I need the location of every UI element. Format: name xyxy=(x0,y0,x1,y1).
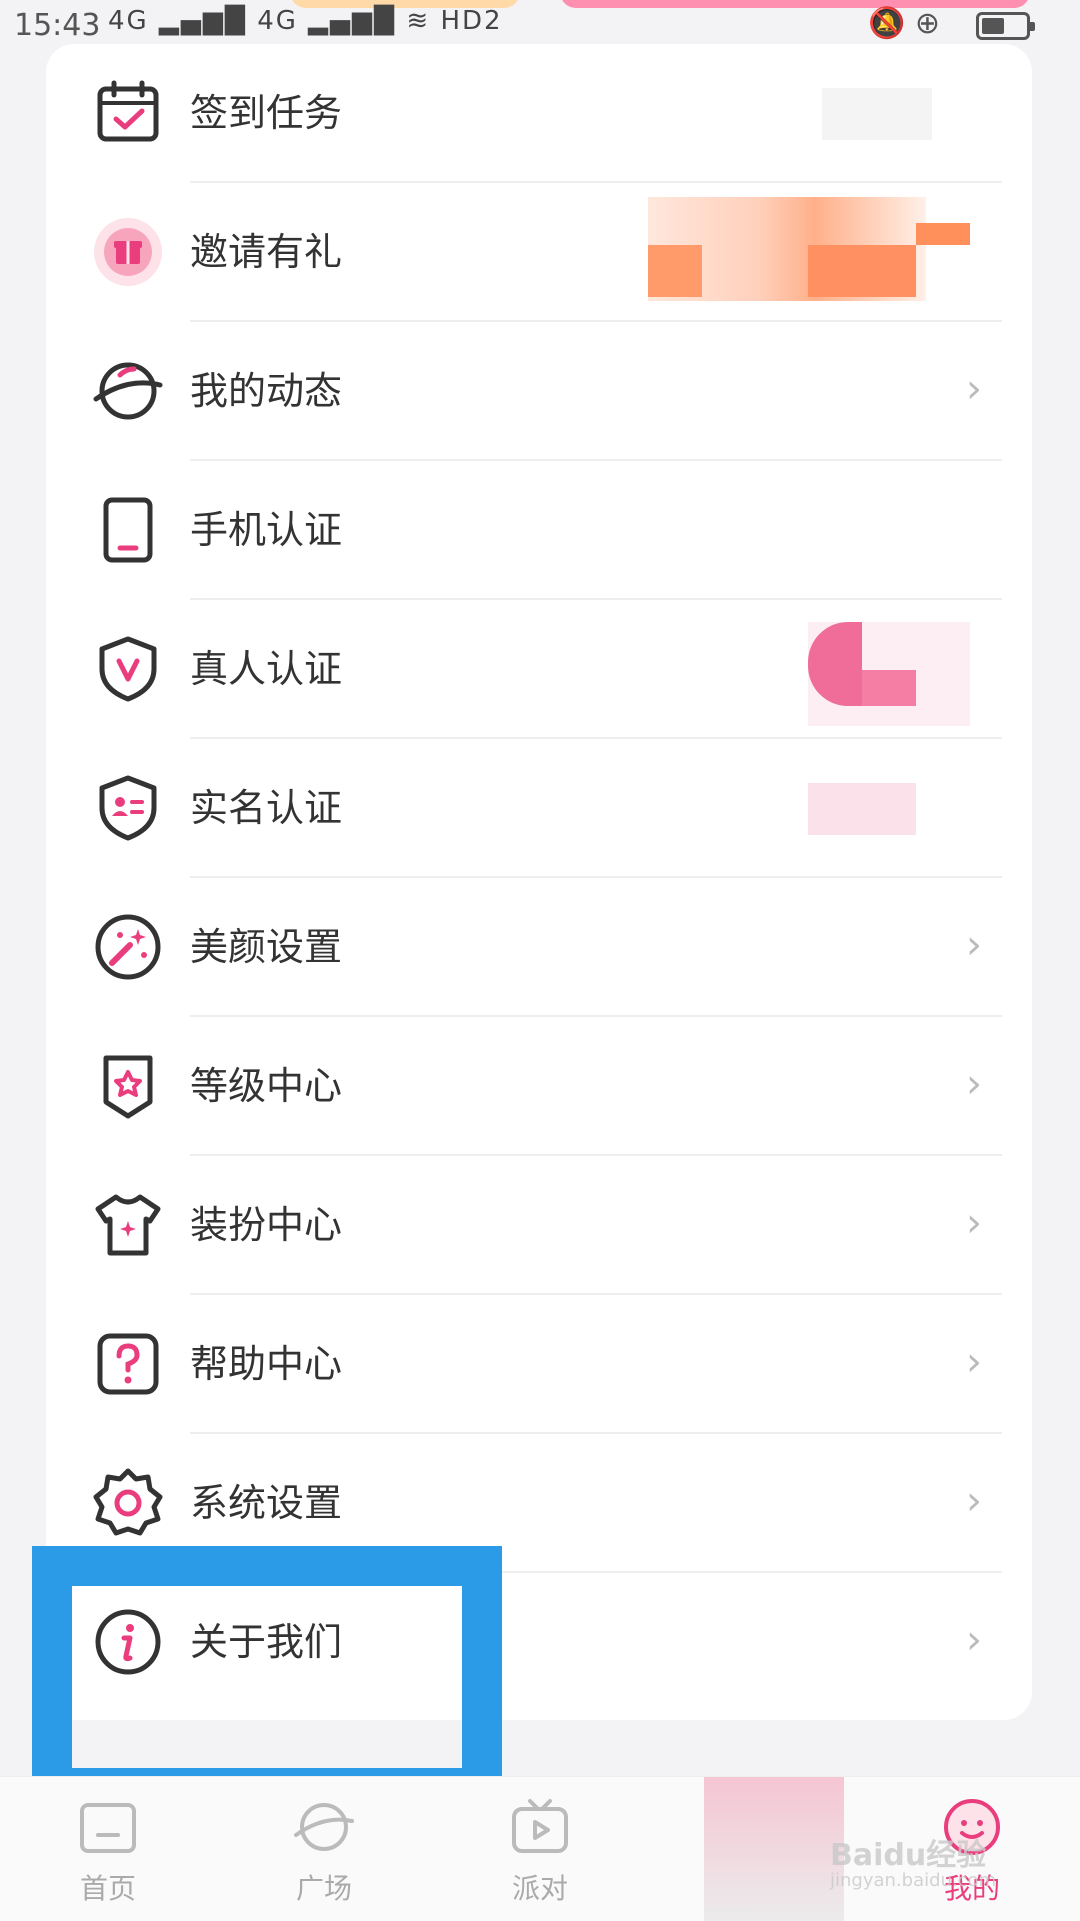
blurred-area xyxy=(822,88,932,140)
menu-item-label: 实名认证 xyxy=(190,786,343,830)
menu-card: 签到任务 邀请有礼 我的动态 › 手机认证 真人认证 实名认证 美颜设置 › 等… xyxy=(46,44,1032,1720)
menu-item-sign-in-tasks[interactable]: 签到任务 xyxy=(46,44,1032,183)
chevron-right-icon: › xyxy=(966,922,982,968)
planet-icon xyxy=(92,355,164,427)
magic-wand-icon xyxy=(92,911,164,983)
chevron-right-icon: › xyxy=(966,1617,982,1663)
menu-item-outfit-center[interactable]: 装扮中心 › xyxy=(46,1156,1032,1295)
highlight-annotation-box xyxy=(32,1546,502,1808)
chevron-right-icon: › xyxy=(966,366,982,412)
status-right-icons: 🔕 ⊕ xyxy=(867,6,940,41)
blurred-area xyxy=(916,223,970,245)
blurred-area xyxy=(862,670,916,706)
chevron-right-icon: › xyxy=(966,1061,982,1107)
menu-item-invite-gift[interactable]: 邀请有礼 xyxy=(46,183,1032,322)
shield-id-icon xyxy=(92,772,164,844)
blurred-area xyxy=(704,1777,844,1921)
chevron-right-icon: › xyxy=(966,1200,982,1246)
menu-item-label: 系统设置 xyxy=(190,1481,343,1525)
calendar-check-icon xyxy=(92,77,164,149)
menu-item-my-posts[interactable]: 我的动态 › xyxy=(46,322,1032,461)
watermark-url: jingyan.baidu.com xyxy=(830,1870,997,1891)
nav-item-home[interactable]: 首页 xyxy=(48,1795,168,1907)
menu-item-label: 装扮中心 xyxy=(190,1203,343,1247)
battery-icon xyxy=(976,12,1035,40)
watermark-logo: Baidu经验 xyxy=(830,1838,987,1873)
phone-icon xyxy=(92,494,164,566)
nav-item-party[interactable]: 派对 xyxy=(480,1795,600,1907)
level-badge-icon xyxy=(92,1050,164,1122)
tv-play-icon xyxy=(512,1799,568,1853)
outfit-icon xyxy=(92,1189,164,1261)
nav-label: 首页 xyxy=(79,1872,136,1905)
menu-item-label: 帮助中心 xyxy=(190,1342,343,1386)
home-icon xyxy=(80,1803,136,1853)
menu-item-phone-verify[interactable]: 手机认证 xyxy=(46,461,1032,600)
status-time: 15:43 xyxy=(14,8,101,43)
planet-icon xyxy=(294,1803,354,1851)
menu-item-real-name-verify[interactable]: 实名认证 xyxy=(46,739,1032,878)
nav-item-square[interactable]: 广场 xyxy=(264,1795,384,1907)
blurred-area xyxy=(648,245,702,297)
menu-item-real-person-verify[interactable]: 真人认证 xyxy=(46,600,1032,739)
menu-item-label: 真人认证 xyxy=(190,647,343,691)
top-banner-pill xyxy=(560,0,1030,8)
nav-label: 广场 xyxy=(295,1872,352,1905)
menu-item-label: 手机认证 xyxy=(190,508,343,552)
menu-item-beauty-settings[interactable]: 美颜设置 › xyxy=(46,878,1032,1017)
menu-item-label: 邀请有礼 xyxy=(190,230,343,274)
help-icon xyxy=(92,1328,164,1400)
gear-icon xyxy=(92,1467,164,1539)
menu-item-label: 签到任务 xyxy=(190,91,343,135)
nav-label: 派对 xyxy=(511,1872,568,1905)
shield-v-icon xyxy=(92,633,164,705)
menu-item-level-center[interactable]: 等级中心 › xyxy=(46,1017,1032,1156)
chevron-right-icon: › xyxy=(966,1339,982,1385)
menu-item-label: 等级中心 xyxy=(190,1064,343,1108)
gift-icon xyxy=(92,216,164,288)
menu-item-help-center[interactable]: 帮助中心 › xyxy=(46,1295,1032,1434)
blurred-area xyxy=(808,245,916,297)
chevron-right-icon: › xyxy=(966,1478,982,1524)
menu-item-label: 美颜设置 xyxy=(190,925,343,969)
signal-icons: 4G ▂▄▆█ 4G ▂▄▆█ ≋ HD2 xyxy=(108,6,503,36)
menu-item-label: 我的动态 xyxy=(190,369,343,413)
blurred-area xyxy=(808,783,916,835)
